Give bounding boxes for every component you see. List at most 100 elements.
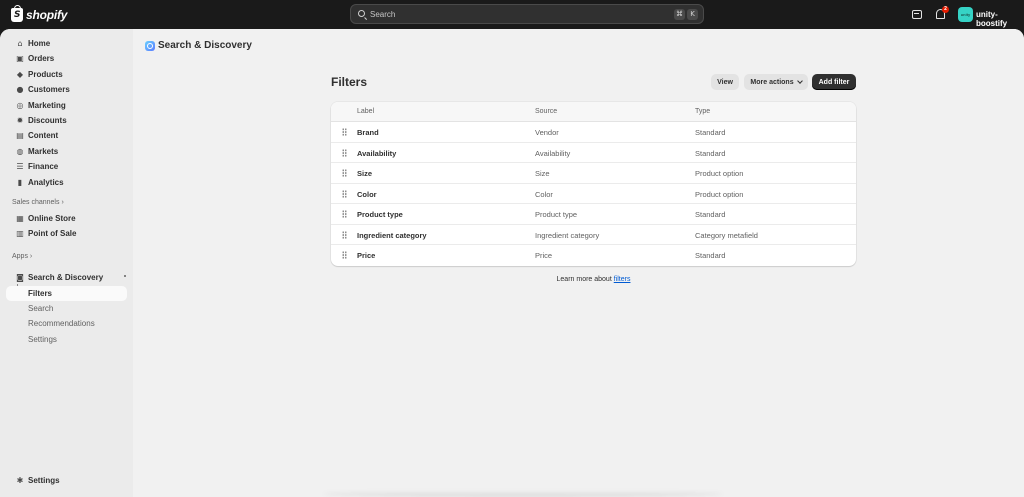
store-icon[interactable] bbox=[912, 10, 922, 19]
bank-icon: ☰ bbox=[16, 162, 24, 171]
sales-channels-heading[interactable]: Sales channels › bbox=[12, 199, 64, 206]
sidebar-item-content[interactable]: ▤ Content bbox=[6, 128, 127, 143]
sidebar-item-label: Customers bbox=[28, 85, 70, 94]
sidebar-item-label: Settings bbox=[28, 476, 60, 485]
filter-label: Size bbox=[357, 169, 373, 178]
filter-label: Price bbox=[357, 251, 376, 260]
person-icon: ● bbox=[16, 85, 24, 94]
sidebar-item-marketing[interactable]: ◎ Marketing bbox=[6, 98, 127, 113]
column-header-source: Source bbox=[535, 108, 558, 115]
add-filter-label: Add filter bbox=[818, 78, 850, 86]
table-row[interactable]: Brand Vendor Standard bbox=[331, 122, 856, 143]
chevron-right-icon: › bbox=[61, 199, 64, 206]
more-actions-label: More actions bbox=[750, 78, 794, 86]
drag-handle-icon[interactable] bbox=[342, 230, 347, 239]
drag-handle-icon[interactable] bbox=[342, 210, 347, 218]
filter-type: Product option bbox=[695, 189, 744, 199]
apps-heading[interactable]: Apps › bbox=[12, 253, 32, 260]
app-title-bar: Search & Discovery bbox=[145, 40, 252, 51]
table-row[interactable]: Color Color Product option bbox=[331, 184, 856, 204]
search-discovery-app-icon bbox=[145, 40, 155, 51]
table-header: Label Source Type bbox=[331, 102, 856, 122]
search-icon bbox=[358, 10, 365, 17]
filter-label: Ingredient category bbox=[357, 230, 427, 240]
avatar[interactable]: unity bbox=[958, 7, 973, 22]
filter-type: Category metafield bbox=[695, 230, 758, 240]
filter-source: Color bbox=[535, 189, 553, 199]
table-row[interactable]: Availability Availability Standard bbox=[331, 143, 856, 163]
drag-handle-icon[interactable] bbox=[342, 169, 347, 177]
sidebar-item-label: Finance bbox=[28, 162, 59, 171]
learn-more-prefix: Learn more about bbox=[556, 276, 612, 283]
store-name[interactable]: unity-boostify bbox=[976, 10, 1024, 28]
sidebar-item-orders[interactable]: ▣ Orders bbox=[6, 51, 127, 66]
view-button[interactable]: View bbox=[711, 74, 739, 90]
gear-icon: ✱ bbox=[16, 476, 24, 485]
sidebar-item-settings[interactable]: ✱ Settings bbox=[6, 473, 127, 488]
tag-icon: ◆ bbox=[16, 70, 24, 79]
table-row[interactable]: Price Price Standard bbox=[331, 245, 856, 266]
pin-dot-icon[interactable] bbox=[124, 275, 126, 277]
chart-icon: ▮ bbox=[17, 178, 23, 187]
shopify-bag-icon bbox=[11, 4, 23, 22]
sidebar-item-customers[interactable]: ● Customers bbox=[6, 82, 127, 97]
sidebar-item-label: Orders bbox=[28, 54, 55, 63]
sidebar-item-analytics[interactable]: ▮ Analytics bbox=[6, 175, 127, 190]
sidebar-item-discounts[interactable]: ✹ Discounts bbox=[6, 113, 127, 128]
online-store-icon: ▦ bbox=[16, 214, 24, 223]
search-input[interactable]: Search ⌘ K bbox=[350, 4, 704, 24]
sidebar-item-markets[interactable]: ◍ Markets bbox=[6, 144, 127, 159]
sidebar-item-point-of-sale[interactable]: ▥ Point of Sale bbox=[6, 226, 127, 241]
filter-type: Standard bbox=[695, 128, 726, 137]
page-title: Filters bbox=[331, 75, 368, 89]
sidebar-item-label: Search bbox=[28, 304, 54, 313]
filter-source: Price bbox=[535, 251, 553, 260]
more-actions-button[interactable]: More actions bbox=[744, 74, 808, 90]
drag-handle-icon[interactable] bbox=[342, 251, 347, 259]
discount-icon: ✹ bbox=[16, 116, 24, 125]
sidebar-item-label: Discounts bbox=[28, 116, 67, 125]
sidebar-item-products[interactable]: ◆ Products bbox=[6, 67, 127, 82]
learn-more-text: Learn more about filters bbox=[331, 276, 856, 283]
sidebar-item-label: Recommendations bbox=[28, 319, 95, 328]
sidebar-item-label: Home bbox=[28, 39, 51, 48]
filter-type: Standard bbox=[695, 148, 726, 158]
sidebar-item-search-discovery[interactable]: ◙ Search & Discovery bbox=[6, 270, 127, 285]
command-key-icon: ⌘ bbox=[674, 9, 685, 20]
column-header-type: Type bbox=[695, 108, 711, 115]
filter-label: Product type bbox=[357, 210, 403, 219]
sidebar-subitem-recommendations[interactable]: Recommendations bbox=[6, 316, 127, 331]
search-placeholder: Search bbox=[370, 10, 396, 19]
sidebar-subitem-search[interactable]: Search bbox=[6, 301, 127, 316]
pos-icon: ▥ bbox=[16, 229, 24, 238]
sidebar-subitem-filters[interactable]: Filters bbox=[6, 286, 127, 301]
apps-label: Apps bbox=[12, 253, 28, 260]
drag-handle-icon[interactable] bbox=[342, 189, 347, 198]
drag-handle-icon[interactable] bbox=[342, 128, 347, 136]
table-row[interactable]: Size Size Product option bbox=[331, 163, 856, 184]
admin-shell: ⌂ Home ▣ Orders ◆ Products ● Customers ◎… bbox=[0, 29, 1024, 497]
home-icon: ⌂ bbox=[17, 39, 23, 48]
orders-icon: ▣ bbox=[16, 54, 24, 63]
sidebar-item-home[interactable]: ⌂ Home bbox=[6, 36, 127, 51]
sales-channels-label: Sales channels bbox=[12, 199, 60, 206]
sidebar-item-label: Analytics bbox=[28, 178, 64, 187]
sidebar-item-finance[interactable]: ☰ Finance bbox=[6, 159, 127, 174]
filter-source: Product type bbox=[535, 210, 578, 219]
sidebar-item-label: Content bbox=[28, 131, 59, 140]
top-bar: shopify Search ⌘ K 2 unity unity-boostif… bbox=[0, 0, 1024, 29]
filters-help-link[interactable]: filters bbox=[614, 276, 631, 283]
table-row[interactable]: Ingredient category Ingredient category … bbox=[331, 225, 856, 245]
filter-label: Availability bbox=[357, 148, 397, 158]
table-row[interactable]: Product type Product type Standard bbox=[331, 204, 856, 225]
sidebar-item-online-store[interactable]: ▦ Online Store bbox=[6, 211, 127, 226]
chevron-right-icon: › bbox=[29, 253, 33, 260]
filter-label: Brand bbox=[357, 128, 379, 137]
brand-name: shopify bbox=[26, 7, 68, 22]
shopify-logo[interactable]: shopify bbox=[11, 4, 68, 22]
main-content: Search & Discovery Filters View More act… bbox=[133, 29, 1024, 497]
drag-handle-icon[interactable] bbox=[342, 148, 347, 157]
sidebar-subitem-settings[interactable]: Settings bbox=[6, 332, 127, 347]
add-filter-button[interactable]: Add filter bbox=[812, 74, 856, 90]
notification-badge: 2 bbox=[942, 6, 949, 13]
